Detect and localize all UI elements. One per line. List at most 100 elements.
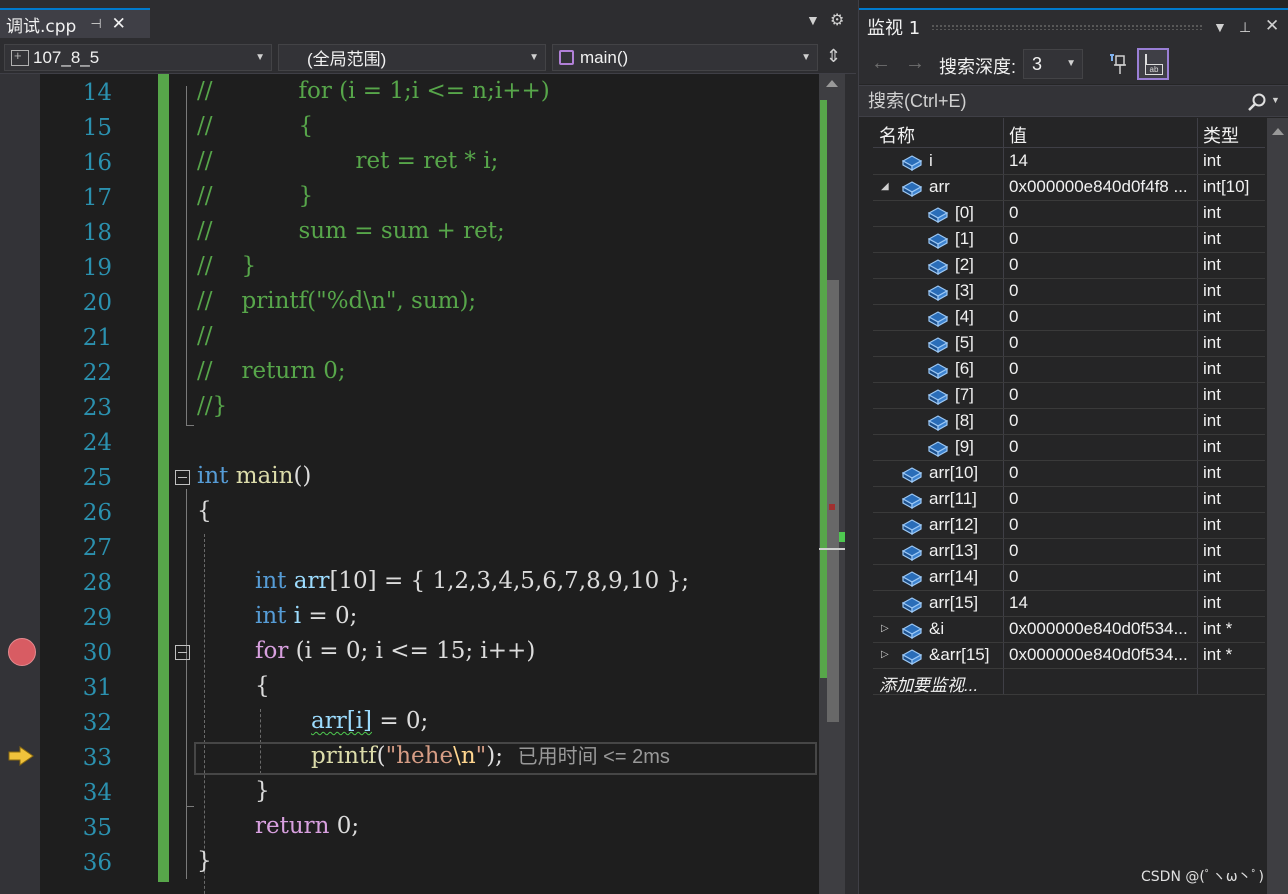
watch-row[interactable]: [1] 0 int	[873, 227, 1265, 253]
watch-row[interactable]: ◢ arr 0x000000e840d0f4f8 ... int[10]	[873, 175, 1265, 201]
watch-row[interactable]: arr[13] 0 int	[873, 539, 1265, 565]
watch-value[interactable]: 0	[1009, 255, 1199, 275]
comment-token: }	[298, 183, 314, 209]
pin-icon[interactable]: ⊣	[90, 16, 101, 32]
watch-value[interactable]: 0x000000e840d0f534...	[1009, 619, 1199, 639]
add-watch-row[interactable]: 添加要监视...	[873, 669, 1265, 695]
watch-row[interactable]: ▷ &arr[15] 0x000000e840d0f534... int *	[873, 643, 1265, 669]
watch-name[interactable]: &i	[929, 619, 944, 639]
editor-scrollbar[interactable]	[819, 74, 845, 894]
watch-name[interactable]: [8]	[955, 411, 974, 431]
watch-value[interactable]: 0	[1009, 385, 1199, 405]
chevron-down-icon[interactable]: ▼	[806, 12, 820, 28]
watch-row[interactable]: [9] 0 int	[873, 435, 1265, 461]
watch-value[interactable]: 0	[1009, 463, 1199, 483]
watch-value[interactable]: 14	[1009, 593, 1199, 613]
chevron-down-icon[interactable]: ▼	[1271, 95, 1280, 105]
watch-name[interactable]: arr[11]	[929, 489, 977, 509]
watch-name[interactable]: arr[12]	[929, 515, 978, 535]
split-icon[interactable]: ⇕	[826, 46, 841, 67]
project-dropdown[interactable]: 107_8_5 ▼	[4, 44, 272, 71]
watch-name[interactable]: arr[10]	[929, 463, 978, 483]
depth-select[interactable]: 3 ▼	[1023, 49, 1083, 79]
scroll-thumb[interactable]	[827, 280, 839, 722]
watch-name[interactable]: [9]	[955, 437, 974, 457]
watch-row[interactable]: [4] 0 int	[873, 305, 1265, 331]
watch-row[interactable]: arr[12] 0 int	[873, 513, 1265, 539]
watch-name[interactable]: [1]	[955, 229, 974, 249]
fold-collapse-icon[interactable]	[175, 470, 190, 485]
watch-name[interactable]: [4]	[955, 307, 974, 327]
gear-icon[interactable]: ⚙	[830, 10, 844, 30]
watch-value[interactable]: 0	[1009, 437, 1199, 457]
watch-row[interactable]: ▷ &i 0x000000e840d0f534... int *	[873, 617, 1265, 643]
watch-name[interactable]: [3]	[955, 281, 974, 301]
back-arrow-icon[interactable]: ←	[871, 52, 891, 75]
splitter[interactable]	[845, 74, 856, 894]
watch-row[interactable]: arr[10] 0 int	[873, 461, 1265, 487]
breakpoint-gutter[interactable]	[0, 74, 40, 894]
watch-row[interactable]: [8] 0 int	[873, 409, 1265, 435]
watch-scrollbar[interactable]	[1267, 118, 1288, 894]
tab-file[interactable]: 调试.cpp ⊣ ✕	[0, 8, 150, 38]
add-watch-label[interactable]: 添加要监视...	[879, 671, 978, 696]
watch-row[interactable]: [2] 0 int	[873, 253, 1265, 279]
watch-value[interactable]: 0	[1009, 515, 1199, 535]
watch-name[interactable]: i	[929, 151, 933, 171]
search-input[interactable]	[859, 86, 1229, 116]
watch-name[interactable]: [0]	[955, 203, 974, 223]
watch-row[interactable]: [6] 0 int	[873, 357, 1265, 383]
watch-name[interactable]: [7]	[955, 385, 974, 405]
watch-name[interactable]: arr[13]	[929, 541, 978, 561]
watch-value[interactable]: 0	[1009, 359, 1199, 379]
watch-value[interactable]: 0	[1009, 307, 1199, 327]
watch-name[interactable]: arr[15]	[929, 593, 978, 613]
watch-name[interactable]: [6]	[955, 359, 974, 379]
watch-row[interactable]: arr[14] 0 int	[873, 565, 1265, 591]
column-header-value[interactable]: 值	[1009, 122, 1027, 148]
column-header-name[interactable]: 名称	[879, 122, 915, 148]
watch-row[interactable]: arr[11] 0 int	[873, 487, 1265, 513]
breakpoint-icon[interactable]	[8, 638, 36, 666]
expander-icon[interactable]: ▷	[881, 623, 889, 634]
expander-icon[interactable]: ▷	[881, 649, 889, 660]
watch-row[interactable]: [0] 0 int	[873, 201, 1265, 227]
watch-name[interactable]: &arr[15]	[929, 645, 989, 665]
scroll-up-icon[interactable]	[1272, 128, 1284, 135]
watch-value[interactable]: 0	[1009, 541, 1199, 561]
watch-value[interactable]: 0	[1009, 489, 1199, 509]
forward-arrow-icon[interactable]: →	[905, 52, 925, 75]
watch-name[interactable]: arr	[929, 177, 950, 197]
watch-row[interactable]: i 14 int	[873, 149, 1265, 175]
search-icon[interactable]	[1247, 92, 1267, 112]
fold-collapse-icon[interactable]	[175, 645, 190, 660]
watch-value[interactable]: 14	[1009, 151, 1199, 171]
chevron-down-icon[interactable]: ▼	[1213, 19, 1227, 35]
watch-value[interactable]: 0	[1009, 203, 1199, 223]
watch-name[interactable]: [2]	[955, 255, 974, 275]
watch-value[interactable]: 0	[1009, 281, 1199, 301]
pin-icon[interactable]: ⊥	[1239, 19, 1251, 36]
watch-row[interactable]: arr[15] 14 int	[873, 591, 1265, 617]
watch-title-bar[interactable]: 监视 1 ▼ ⊥ ✕	[859, 8, 1288, 44]
watch-row[interactable]: [3] 0 int	[873, 279, 1265, 305]
watch-value[interactable]: 0	[1009, 567, 1199, 587]
watch-value[interactable]: 0	[1009, 229, 1199, 249]
watch-row[interactable]: [5] 0 int	[873, 331, 1265, 357]
close-icon[interactable]: ✕	[1265, 16, 1279, 36]
watch-name[interactable]: [5]	[955, 333, 974, 353]
watch-name[interactable]: arr[14]	[929, 567, 978, 587]
pin-watch-icon[interactable]	[1107, 52, 1129, 76]
watch-value[interactable]: 0	[1009, 333, 1199, 353]
expander-icon[interactable]: ◢	[881, 181, 889, 192]
scroll-up-icon[interactable]	[826, 80, 838, 87]
hex-display-button[interactable]: ab	[1137, 48, 1169, 80]
watch-value[interactable]: 0	[1009, 411, 1199, 431]
watch-value[interactable]: 0x000000e840d0f534...	[1009, 645, 1199, 665]
function-dropdown[interactable]: main() ▼	[552, 44, 818, 71]
watch-row[interactable]: [7] 0 int	[873, 383, 1265, 409]
scope-dropdown[interactable]: (全局范围) ▼	[278, 44, 546, 71]
close-icon[interactable]: ✕	[112, 14, 126, 34]
watch-value[interactable]: 0x000000e840d0f4f8 ...	[1009, 177, 1199, 197]
column-header-type[interactable]: 类型	[1203, 122, 1239, 148]
